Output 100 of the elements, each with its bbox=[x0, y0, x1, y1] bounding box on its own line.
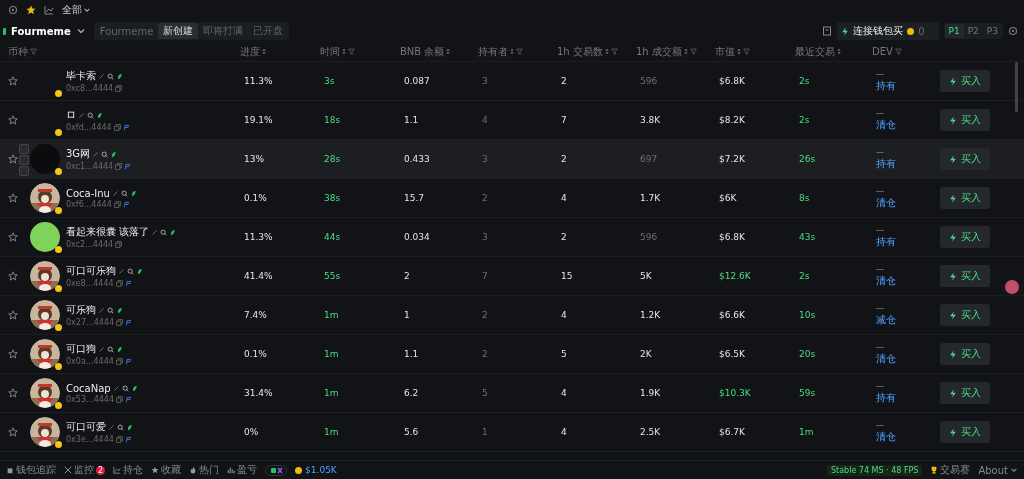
leaf-icon[interactable] bbox=[116, 345, 123, 353]
sort-icon[interactable] bbox=[510, 48, 514, 55]
filter-icon[interactable] bbox=[516, 48, 523, 55]
connect-wallet-button[interactable]: 连接钱包买 0 bbox=[837, 22, 939, 40]
footer-tab[interactable]: 热门 bbox=[189, 463, 220, 477]
settings-icon[interactable] bbox=[8, 5, 18, 15]
chain-icons-drawing[interactable] bbox=[265, 464, 288, 476]
leaf-icon[interactable] bbox=[126, 423, 133, 431]
copy-icon[interactable] bbox=[115, 163, 123, 170]
column-header[interactable]: DEV bbox=[872, 46, 893, 57]
filter-icon[interactable] bbox=[689, 48, 697, 55]
sort-icon[interactable] bbox=[737, 48, 741, 55]
floating-assistant-icon[interactable] bbox=[1005, 280, 1019, 294]
column-header[interactable]: 进度 bbox=[240, 44, 260, 59]
sort-icon[interactable] bbox=[342, 48, 346, 55]
copy-icon[interactable] bbox=[116, 319, 123, 326]
copy-icon[interactable] bbox=[115, 436, 123, 443]
star-outline-icon[interactable] bbox=[8, 193, 18, 203]
leaf-icon[interactable] bbox=[169, 228, 177, 236]
footer-tab[interactable]: 监控 bbox=[64, 463, 94, 477]
buy-button[interactable]: 买入 bbox=[940, 187, 990, 209]
edit-icon[interactable] bbox=[98, 345, 105, 353]
edit-icon[interactable] bbox=[108, 423, 115, 431]
copy-icon[interactable] bbox=[115, 241, 123, 248]
token-name[interactable]: Coca-Inu bbox=[66, 187, 110, 199]
buy-button[interactable]: 买入 bbox=[940, 109, 990, 131]
footer-tab[interactable]: 钱包追踪 bbox=[6, 463, 56, 477]
copy-icon[interactable] bbox=[113, 124, 121, 131]
star-outline-icon[interactable] bbox=[8, 310, 18, 320]
edit-icon[interactable] bbox=[98, 72, 105, 80]
platform-title[interactable]: Fourmeme bbox=[11, 25, 71, 37]
row-highlight[interactable]: 3G网 0xc1...4444 13% 28s 0.433 3 2 697 $7.2K 26s — 持有 买入 bbox=[0, 140, 1024, 179]
copy-icon[interactable] bbox=[116, 395, 123, 403]
column-header[interactable]: 市值 bbox=[715, 44, 735, 59]
star-icon[interactable] bbox=[26, 5, 36, 15]
star-outline-icon[interactable] bbox=[8, 76, 18, 86]
contest-link[interactable]: 交易赛 bbox=[930, 463, 971, 477]
footer-tab[interactable]: 收藏 bbox=[151, 463, 182, 477]
token-name[interactable]: 可口可乐狗 bbox=[66, 264, 116, 278]
preset-tab[interactable]: P2 bbox=[963, 24, 983, 38]
star-outline-icon[interactable] bbox=[8, 232, 18, 242]
token-name[interactable]: 毕卡索 bbox=[66, 69, 96, 83]
column-header[interactable]: 1h 交易数 bbox=[557, 44, 603, 59]
buy-button[interactable]: 买入 bbox=[940, 148, 990, 170]
token-name[interactable]: 看起来很囊 该落了 bbox=[66, 225, 150, 239]
column-header[interactable]: 1h 成交额 bbox=[636, 44, 682, 59]
edit-icon[interactable] bbox=[78, 111, 85, 119]
buy-button[interactable]: 买入 bbox=[940, 304, 990, 326]
copy-icon[interactable] bbox=[115, 280, 123, 287]
bookmark-icon[interactable] bbox=[822, 26, 833, 36]
sort-icon[interactable] bbox=[604, 48, 609, 55]
star-outline-icon[interactable] bbox=[8, 349, 18, 359]
column-header[interactable]: 持有者 bbox=[478, 44, 508, 59]
star-outline-icon[interactable] bbox=[8, 115, 18, 125]
filter-icon[interactable] bbox=[743, 48, 750, 55]
buy-button[interactable]: 买入 bbox=[940, 421, 990, 443]
token-name[interactable]: 可口狗 bbox=[66, 342, 96, 356]
edit-icon[interactable] bbox=[111, 189, 119, 197]
buy-button[interactable]: 买入 bbox=[940, 265, 990, 287]
leaf-icon[interactable] bbox=[136, 267, 143, 275]
copy-icon[interactable] bbox=[115, 358, 123, 365]
sort-icon[interactable] bbox=[262, 48, 266, 55]
leaf-icon[interactable] bbox=[110, 150, 118, 158]
star-outline-icon[interactable] bbox=[8, 154, 18, 164]
star-outline-icon[interactable] bbox=[8, 271, 18, 281]
filter-icon[interactable] bbox=[894, 48, 902, 55]
column-header[interactable]: 最近交易 bbox=[795, 44, 835, 59]
token-name[interactable]: 可乐狗 bbox=[66, 303, 96, 317]
filter-icon[interactable] bbox=[30, 48, 37, 55]
sort-icon[interactable] bbox=[446, 48, 451, 55]
edit-icon[interactable] bbox=[112, 384, 120, 392]
chart-icon[interactable] bbox=[44, 5, 54, 15]
column-header[interactable]: 时间 bbox=[320, 44, 340, 59]
leaf-icon[interactable] bbox=[96, 111, 103, 119]
tab[interactable]: 新创建 bbox=[158, 23, 199, 39]
about-menu[interactable]: About bbox=[978, 464, 1018, 476]
edit-icon[interactable] bbox=[98, 306, 105, 314]
edit-icon[interactable] bbox=[151, 228, 159, 236]
leaf-icon[interactable] bbox=[116, 306, 123, 314]
leaf-icon[interactable] bbox=[116, 72, 123, 80]
preset-tab[interactable]: P3 bbox=[982, 24, 1002, 38]
star-outline-icon[interactable] bbox=[8, 427, 18, 437]
token-name[interactable]: 3G网 bbox=[66, 147, 91, 161]
sort-icon[interactable] bbox=[837, 48, 841, 55]
buy-button[interactable]: 买入 bbox=[940, 343, 990, 365]
sort-icon[interactable] bbox=[683, 48, 688, 55]
token-name[interactable]: 可口可爱 bbox=[66, 420, 106, 434]
preset-tab[interactable]: P1 bbox=[944, 24, 964, 38]
token-name[interactable]: ロ bbox=[66, 108, 76, 122]
column-header[interactable]: BNB 余额 bbox=[400, 44, 445, 59]
filter-icon[interactable] bbox=[610, 48, 618, 55]
column-header[interactable]: 币种 bbox=[8, 44, 28, 59]
copy-icon[interactable] bbox=[115, 85, 123, 92]
leaf-icon[interactable] bbox=[130, 384, 138, 392]
filter-dropdown[interactable]: 全部 bbox=[62, 3, 91, 17]
chevron-down-icon[interactable] bbox=[75, 26, 86, 36]
footer-tab[interactable]: 持仓 bbox=[113, 463, 144, 477]
buy-button[interactable]: 买入 bbox=[940, 70, 990, 92]
edit-icon[interactable] bbox=[92, 150, 100, 158]
token-name[interactable]: CocaNap bbox=[66, 382, 111, 394]
